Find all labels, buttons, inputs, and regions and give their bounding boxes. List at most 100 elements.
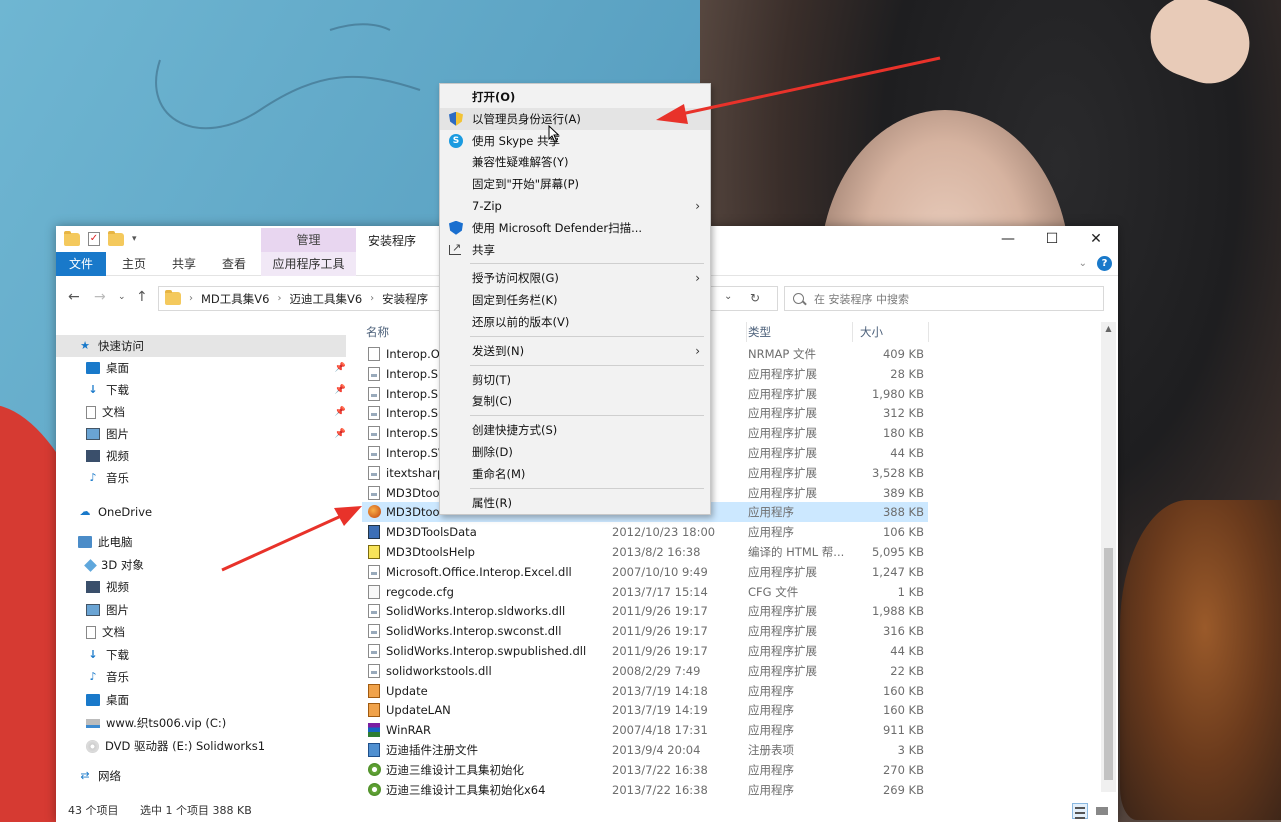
file-size: 44 KB — [890, 644, 924, 658]
search-input[interactable]: 在 安装程序 中搜索 — [784, 286, 1104, 311]
menu-item[interactable]: 授予访问权限(G) › — [440, 267, 710, 289]
status-bar: 43 个项目 选中 1 个项目 388 KB — [56, 800, 1118, 822]
nav-item-documents[interactable]: 文档 📌 — [86, 401, 346, 423]
properties-icon[interactable]: ✓ — [88, 232, 100, 246]
column-header-size[interactable]: 大小 — [860, 322, 920, 342]
menu-item[interactable]: 发送到(N) › — [440, 340, 710, 362]
file-row[interactable]: MD3DtoolsHelp 2013/8/2 16:38 编译的 HTML 帮...… — [362, 542, 928, 562]
file-type: 应用程序扩展 — [748, 644, 817, 658]
large-icons-view-button[interactable] — [1094, 803, 1110, 819]
file-row[interactable]: UpdateLAN 2013/7/19 14:19 应用程序 160 KB — [362, 700, 928, 720]
menu-item[interactable]: 固定到任务栏(K) — [440, 289, 710, 311]
menu-item[interactable]: 共享 — [440, 237, 710, 261]
tab-share[interactable]: 共享 — [164, 252, 204, 276]
file-type: 应用程序 — [748, 762, 794, 777]
column-divider[interactable] — [852, 322, 853, 342]
nav-item-pc-videos[interactable]: 视频 — [86, 576, 346, 598]
nav-onedrive[interactable]: ☁ OneDrive — [78, 501, 338, 523]
column-divider[interactable] — [746, 322, 747, 342]
help-icon[interactable]: ? — [1097, 256, 1112, 271]
nav-item-pc-documents[interactable]: 文档 — [86, 621, 346, 643]
menu-item[interactable]: 还原以前的版本(V) — [440, 311, 710, 333]
vertical-scrollbar[interactable]: ▲ — [1101, 322, 1116, 792]
file-row[interactable]: SolidWorks.Interop.sldworks.dll 2011/9/26… — [362, 601, 928, 621]
file-row[interactable]: Microsoft.Office.Interop.Excel.dll 2007/1… — [362, 562, 928, 582]
menu-item[interactable]: 固定到"开始"屏幕(P) — [440, 173, 710, 195]
refresh-icon[interactable]: ↻ — [750, 291, 760, 305]
menu-item[interactable]: 删除(D) — [440, 441, 710, 463]
file-row[interactable]: Update 2013/7/19 14:18 应用程序 160 KB — [362, 681, 928, 701]
file-type-icon — [368, 465, 380, 480]
menu-item[interactable]: S 使用 Skype 共享 — [440, 130, 710, 152]
file-row[interactable]: regcode.cfg 2013/7/17 15:14 CFG 文件 1 KB — [362, 582, 928, 602]
nav-item-desktop[interactable]: 桌面 📌 — [86, 357, 346, 379]
customize-qat-icon[interactable]: ▾ — [132, 234, 137, 244]
nav-item-pc-pictures[interactable]: 图片 — [86, 599, 346, 621]
scroll-up-icon[interactable]: ▲ — [1101, 322, 1116, 336]
pin-icon[interactable]: 📌 — [335, 357, 346, 379]
file-row[interactable]: MD3DToolsData 2012/10/23 18:00 应用程序 106 KB — [362, 522, 928, 542]
maximize-button[interactable]: ☐ — [1030, 226, 1074, 252]
nav-quick-access[interactable]: ★ 快速访问 — [56, 335, 346, 357]
close-button[interactable]: ✕ — [1074, 226, 1118, 252]
video-icon — [86, 581, 100, 593]
breadcrumb-item[interactable]: MD工具集V6 — [201, 291, 269, 307]
tab-home[interactable]: 主页 — [114, 252, 154, 276]
menu-item[interactable]: 复制(C) — [440, 390, 710, 412]
nav-item-3d-objects[interactable]: 3D 对象 — [84, 554, 346, 576]
nav-this-pc[interactable]: 此电脑 — [78, 531, 338, 553]
breadcrumb-item[interactable]: 迈迪工具集V6 — [289, 291, 362, 307]
menu-item[interactable]: 打开(O) — [440, 86, 710, 108]
tab-application-tools[interactable]: 应用程序工具 — [261, 252, 356, 276]
nav-item-pictures[interactable]: 图片 📌 — [86, 423, 346, 445]
menu-item[interactable]: 7-Zip › — [440, 195, 710, 217]
recent-locations-icon[interactable]: ⌄ — [118, 292, 126, 302]
file-row[interactable]: 迈迪三维设计工具集初始化x64 2013/7/22 16:38 应用程序 269 KB — [362, 780, 928, 800]
nav-item-pc-downloads[interactable]: ↓ 下载 — [86, 644, 346, 666]
folder-icon[interactable] — [64, 230, 80, 246]
menu-item[interactable]: 以管理员身份运行(A) — [440, 107, 710, 130]
menu-item[interactable]: 兼容性疑难解答(Y) — [440, 151, 710, 173]
file-row[interactable]: SolidWorks.Interop.swconst.dll 2011/9/26 … — [362, 621, 928, 641]
nav-item-drive-c[interactable]: www.织ts006.vip (C:) — [86, 712, 346, 734]
forward-arrow-icon[interactable]: → — [94, 289, 106, 305]
nav-item-dvd-drive[interactable]: DVD 驱动器 (E:) Solidworks1 — [86, 735, 346, 757]
file-row[interactable]: solidworkstools.dll 2008/2/29 7:49 应用程序扩展 2… — [362, 661, 928, 681]
menu-item[interactable]: 剪切(T) — [440, 369, 710, 391]
file-row[interactable]: 迈迪三维设计工具集初始化 2013/7/22 16:38 应用程序 270 KB — [362, 760, 928, 780]
share-icon — [449, 237, 461, 259]
up-arrow-icon[interactable]: ↑ — [136, 289, 148, 305]
tab-view[interactable]: 查看 — [214, 252, 254, 276]
address-dropdown-icon[interactable]: ⌄ — [724, 291, 732, 302]
scrollbar-thumb[interactable] — [1104, 548, 1113, 780]
back-arrow-icon[interactable]: ← — [68, 289, 80, 305]
nav-item-videos[interactable]: 视频 — [86, 445, 346, 467]
file-row[interactable]: SolidWorks.Interop.swpublished.dll 2011/9… — [362, 641, 928, 661]
file-row[interactable]: 迈迪插件注册文件 2013/9/4 20:04 注册表项 3 KB — [362, 740, 928, 760]
pin-icon[interactable]: 📌 — [335, 401, 346, 423]
file-size: 180 KB — [882, 426, 924, 441]
breadcrumb-item[interactable]: 安装程序 — [382, 291, 428, 307]
menu-item[interactable]: 属性(R) — [440, 492, 710, 514]
pin-icon[interactable]: 📌 — [335, 379, 346, 401]
nav-item-downloads[interactable]: ↓ 下载 📌 — [86, 379, 346, 401]
minimize-button[interactable]: — — [986, 226, 1030, 252]
menu-item[interactable]: 创建快捷方式(S) — [440, 419, 710, 441]
selection-info: 选中 1 个项目 388 KB — [140, 804, 252, 817]
column-divider[interactable] — [928, 322, 929, 342]
file-size: 160 KB — [882, 683, 924, 698]
file-row[interactable]: WinRAR 2007/4/18 17:31 应用程序 911 KB — [362, 720, 928, 740]
pin-icon[interactable]: 📌 — [335, 423, 346, 445]
menu-item[interactable]: 使用 Microsoft Defender扫描... — [440, 217, 710, 239]
nav-network[interactable]: ⇄ 网络 — [78, 765, 338, 787]
tab-file[interactable]: 文件 — [56, 252, 106, 276]
nav-item-pc-music[interactable]: ♪ 音乐 — [86, 666, 346, 688]
new-folder-icon[interactable] — [108, 230, 124, 246]
tab-manage[interactable]: 管理 — [261, 228, 356, 252]
menu-item[interactable]: 重命名(M) — [440, 463, 710, 485]
expand-ribbon-icon[interactable]: ⌄ — [1079, 258, 1087, 269]
details-view-button[interactable] — [1072, 803, 1088, 819]
nav-item-music[interactable]: ♪ 音乐 — [86, 467, 346, 489]
column-header-type[interactable]: 类型 — [748, 322, 838, 342]
nav-item-pc-desktop[interactable]: 桌面 — [86, 689, 346, 711]
